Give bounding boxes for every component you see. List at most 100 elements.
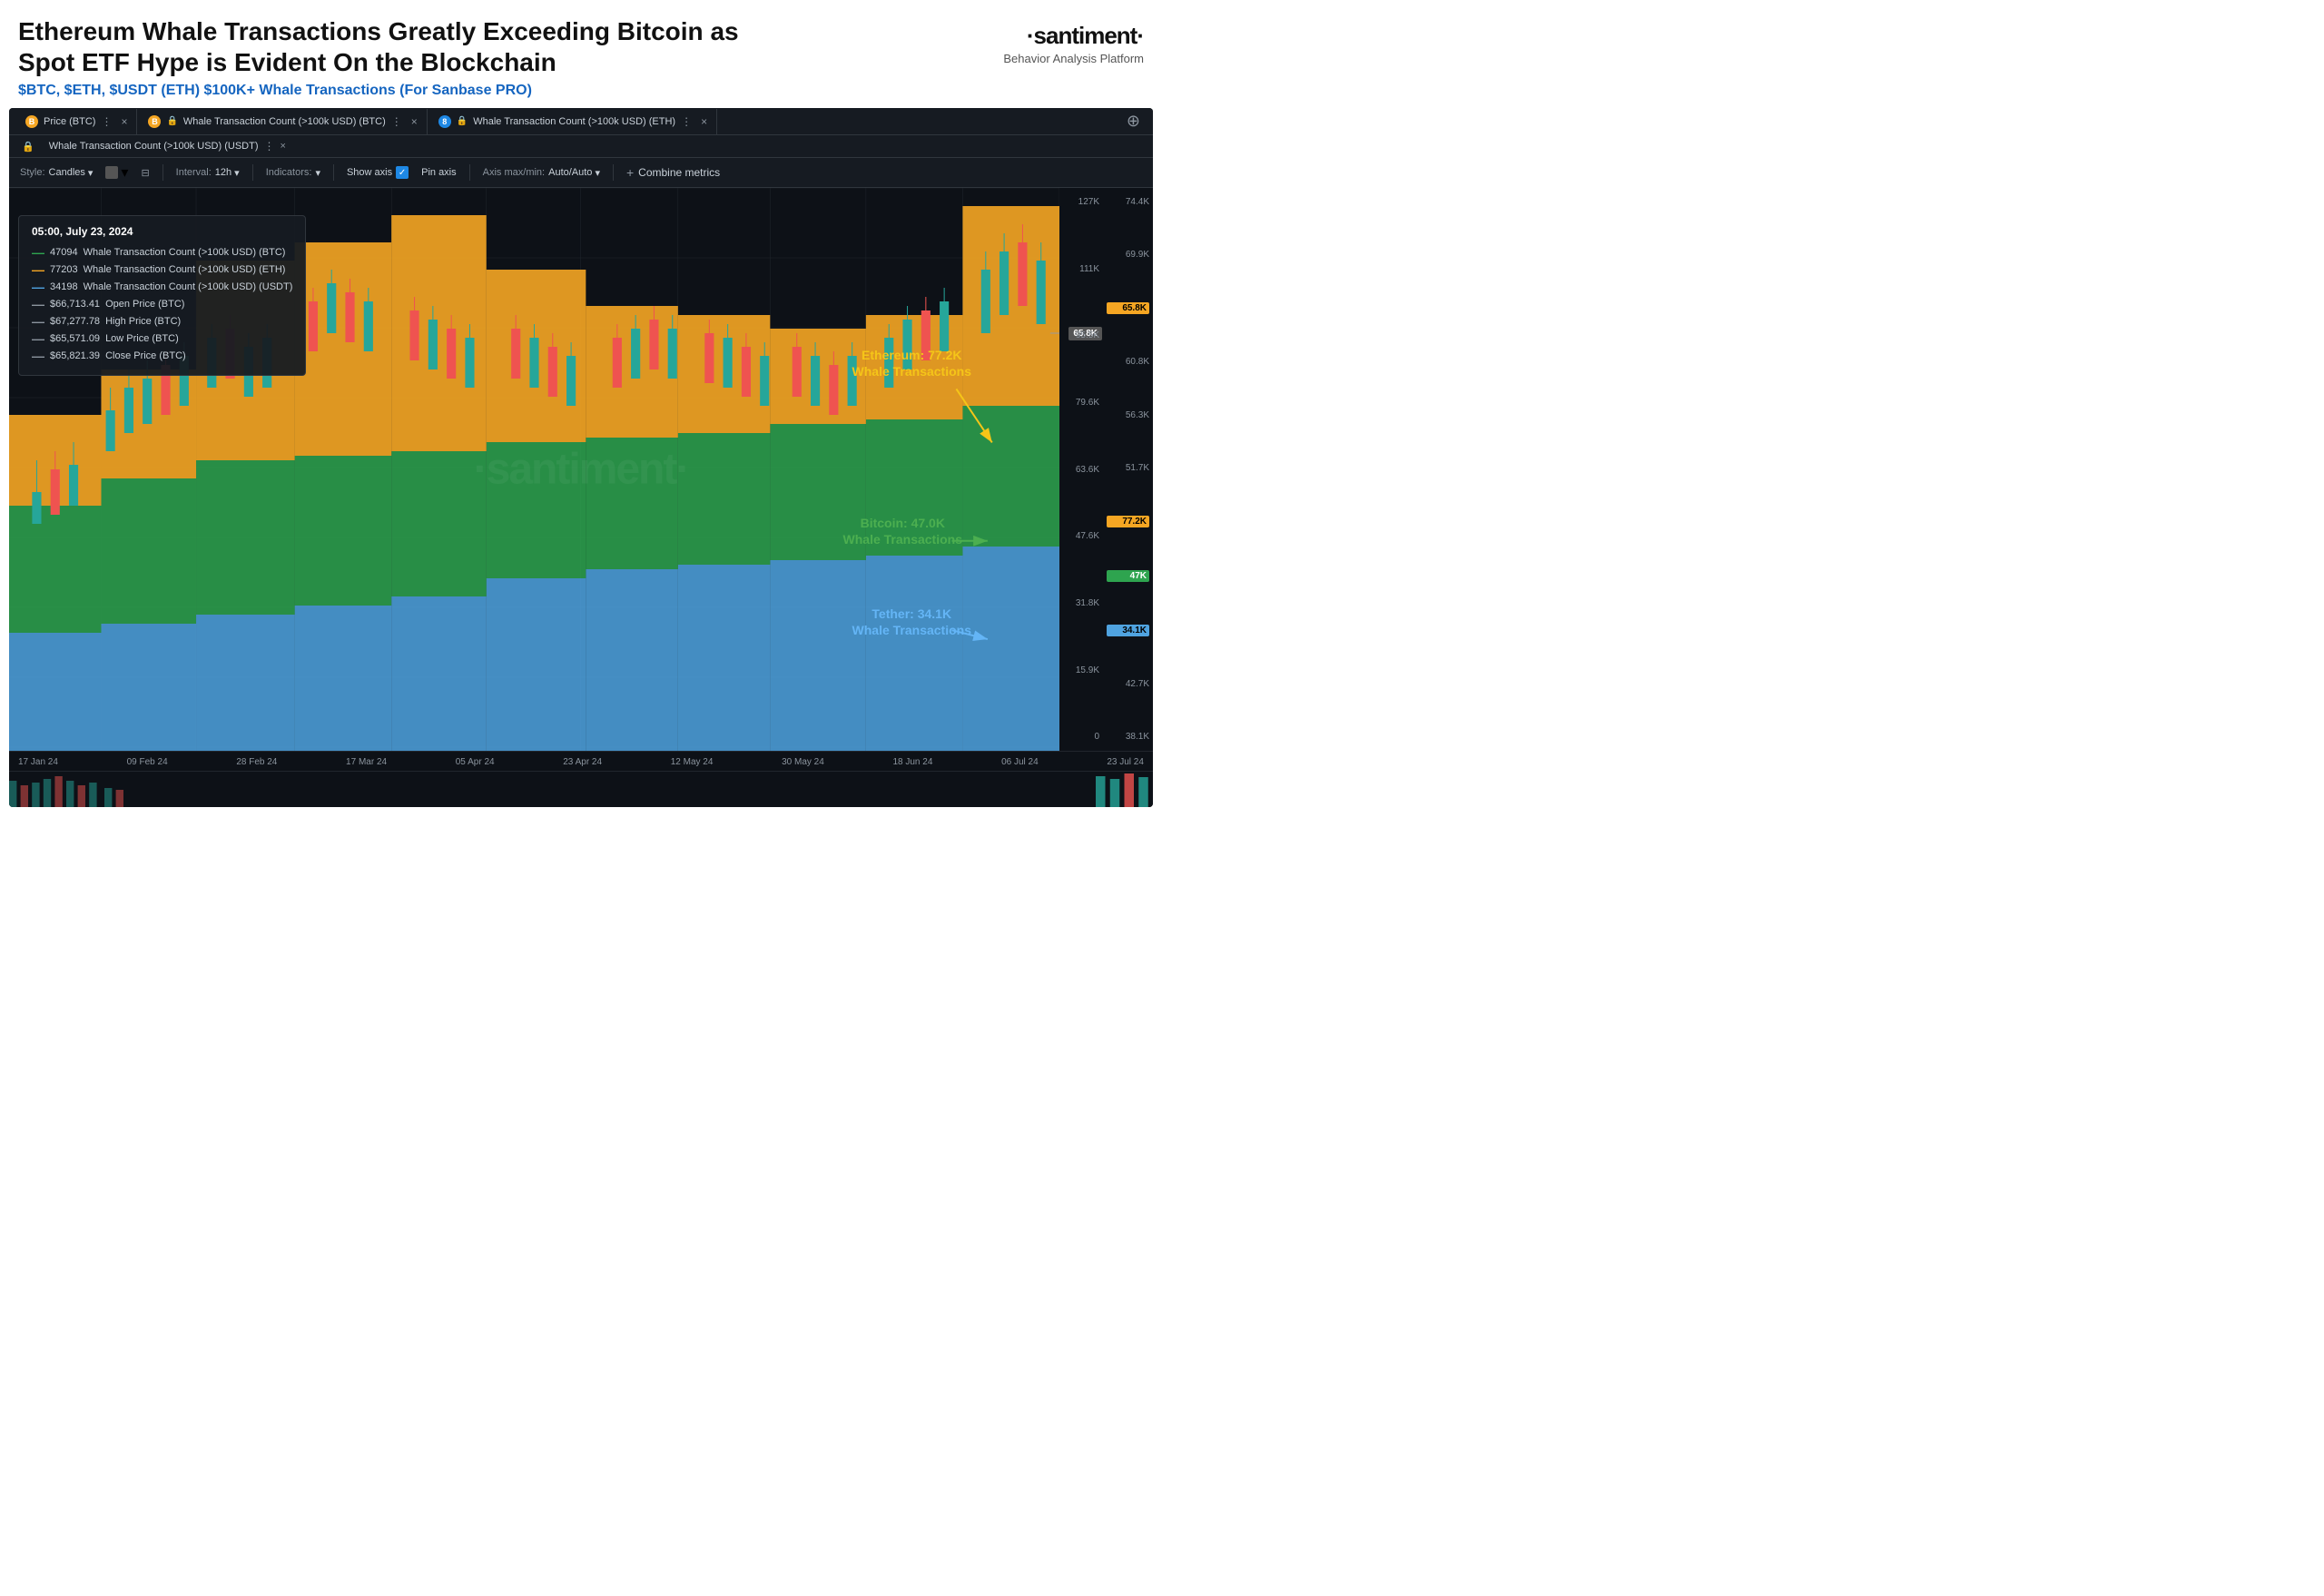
header-right: ·santiment· Behavior Analysis Platform: [1003, 16, 1144, 65]
x-label-jun: 18 Jun 24: [892, 757, 932, 767]
santiment-tagline: Behavior Analysis Platform: [1003, 52, 1144, 65]
tab-whale-eth[interactable]: 8 🔒 Whale Transaction Count (>100k USD) …: [429, 109, 717, 134]
x-label-feb28: 28 Feb 24: [236, 757, 277, 767]
toolbar-separator-1: [162, 164, 163, 181]
ethereum-annotation: Ethereum: 77.2K Whale Transactions: [852, 347, 971, 379]
candle-color-controls[interactable]: ▾: [105, 163, 128, 182]
interval-value[interactable]: 12h ▾: [215, 167, 240, 179]
tab-close-whale-usdt[interactable]: ×: [280, 141, 285, 152]
chevron-down-icon-2: ▾: [121, 163, 128, 182]
tab-sep-2: ⋮: [391, 115, 402, 128]
interval-selector[interactable]: Interval: 12h ▾: [176, 167, 240, 179]
header-subtitle: $BTC, $ETH, $USDT (ETH) $100K+ Whale Tra…: [18, 83, 763, 99]
candlestick-icon: ⊟: [141, 167, 149, 179]
lock-icon-whale-btc: 🔒: [166, 116, 177, 126]
header: Ethereum Whale Transactions Greatly Exce…: [0, 0, 1162, 108]
tether-annotation-line2: Whale Transactions: [852, 622, 971, 638]
tooltip-label-btc: Whale Transaction Count (>100k USD) (BTC…: [84, 247, 286, 258]
x-axis: 17 Jan 24 09 Feb 24 28 Feb 24 17 Mar 24 …: [9, 751, 1153, 771]
axis-label-772k: 77.2K: [1107, 516, 1149, 527]
axis-label-517k: 51.7K: [1107, 463, 1149, 473]
axis2-label-955k: 95.5K: [1063, 330, 1099, 340]
page-title: Ethereum Whale Transactions Greatly Exce…: [18, 16, 763, 77]
axis2-label-636k: 63.6K: [1063, 465, 1099, 475]
tab-close-whale-eth[interactable]: ×: [701, 115, 707, 128]
tab-close-whale-btc[interactable]: ×: [411, 115, 418, 128]
tooltip-value-btc: 47094: [50, 247, 78, 258]
ethereum-annotation-line1: Ethereum: 77.2K: [852, 347, 971, 363]
tooltip-value-usdt: 34198: [50, 281, 78, 292]
tooltip-label-usdt: Whale Transaction Count (>100k USD) (USD…: [84, 281, 293, 292]
plus-icon: +: [626, 165, 634, 180]
axis2-label-796k: 79.6K: [1063, 398, 1099, 408]
x-label-jul06: 06 Jul 24: [1001, 757, 1039, 767]
axis-label-427k: 42.7K: [1107, 679, 1149, 689]
tooltip-color-close: —: [32, 349, 44, 363]
add-icon: ⊕: [1127, 112, 1140, 130]
lock-icon-whale-eth: 🔒: [457, 116, 468, 126]
toolbar-separator-3: [333, 164, 334, 181]
chevron-down-icon: ▾: [88, 167, 94, 179]
tab-label-whale-usdt: Whale Transaction Count (>100k USD) (USD…: [49, 141, 259, 152]
chart-area: ·santiment·: [9, 188, 1153, 751]
show-axis-control[interactable]: Show axis ✓: [347, 166, 409, 179]
tab-sep-1: ⋮: [101, 115, 112, 128]
tab-whale-btc[interactable]: B 🔒 Whale Transaction Count (>100k USD) …: [139, 109, 427, 134]
tab-badge-whale-eth: 8: [438, 115, 451, 128]
show-axis-checkbox[interactable]: ✓: [396, 166, 409, 179]
toolbar-separator-5: [613, 164, 614, 181]
right-axis-whale: 74.4K 69.9K 65.8K 60.8K 56.3K 51.7K 77.2…: [1103, 188, 1153, 751]
indicators-selector[interactable]: Indicators: ▾: [266, 167, 320, 179]
axis-maxmin-selector[interactable]: Axis max/min: Auto/Auto ▾: [483, 167, 600, 179]
tooltip-row-low: — $65,571.09 Low Price (BTC): [32, 331, 292, 346]
tooltip-row-open: — $66,713.41 Open Price (BTC): [32, 297, 292, 311]
chevron-down-icon-3: ▾: [234, 167, 240, 179]
tooltip-label-eth: Whale Transaction Count (>100k USD) (ETH…: [84, 264, 286, 275]
chevron-down-icon-5: ▾: [595, 167, 600, 179]
tooltip-value-close: $65,821.39: [50, 350, 100, 361]
axis2-label-318k: 31.8K: [1063, 598, 1099, 608]
volume-svg: [9, 772, 1153, 807]
tooltip-label-high: High Price (BTC): [105, 316, 181, 327]
tooltip-color-btc: —: [32, 245, 44, 260]
pin-axis-control[interactable]: Pin axis: [421, 167, 457, 178]
santiment-logo: ·santiment·: [1027, 22, 1144, 50]
axis2-label-476k: 47.6K: [1063, 531, 1099, 541]
style-selector[interactable]: Style: Candles ▾: [20, 167, 93, 179]
tab-price-btc[interactable]: B Price (BTC) ⋮ ×: [16, 109, 137, 134]
indicators-label: Indicators:: [266, 167, 312, 178]
axis-label-744k: 74.4K: [1107, 197, 1149, 207]
x-label-may30: 30 May 24: [782, 757, 824, 767]
right-axis-price: 127K 111K 95.5K 79.6K 63.6K 47.6K 31.8K …: [1059, 188, 1103, 751]
tooltip-value-eth: 77203: [50, 264, 78, 275]
add-metric-button[interactable]: ⊕: [1121, 108, 1146, 134]
axis2-label-127k: 127K: [1063, 197, 1099, 207]
tooltip-date: 05:00, July 23, 2024: [32, 225, 292, 238]
style-value[interactable]: Candles ▾: [49, 167, 94, 179]
tooltip-row-high: — $67,277.78 High Price (BTC): [32, 314, 292, 329]
header-left: Ethereum Whale Transactions Greatly Exce…: [18, 16, 763, 99]
toolbar-separator-4: [469, 164, 470, 181]
tab-whale-usdt[interactable]: Whale Transaction Count (>100k USD) (USD…: [40, 135, 295, 157]
tooltip-row-btc-whale: — 47094 Whale Transaction Count (>100k U…: [32, 245, 292, 260]
x-label-mar: 17 Mar 24: [346, 757, 387, 767]
combine-metrics-button[interactable]: + Combine metrics: [626, 165, 720, 180]
tooltip-color-usdt: —: [32, 280, 44, 294]
tooltip-value-low: $65,571.09: [50, 333, 100, 344]
combine-metrics-label: Combine metrics: [638, 166, 720, 179]
lock-icon-left: 🔒: [16, 137, 40, 156]
interval-label: Interval:: [176, 167, 212, 178]
tether-annotation: Tether: 34.1K Whale Transactions: [852, 606, 971, 638]
pin-axis-label: Pin axis: [421, 167, 457, 178]
tooltip-value-open: $66,713.41: [50, 299, 100, 310]
x-label-feb09: 09 Feb 24: [127, 757, 168, 767]
chart-wrapper: B Price (BTC) ⋮ × B 🔒 Whale Transaction …: [9, 108, 1153, 807]
axis-label-608k: 60.8K: [1107, 357, 1149, 367]
axis-maxmin-value[interactable]: Auto/Auto ▾: [548, 167, 600, 179]
toolbar-separator-2: [252, 164, 253, 181]
axis-label-381k: 38.1K: [1107, 732, 1149, 742]
tab-label-whale-eth: Whale Transaction Count (>100k USD) (ETH…: [473, 116, 675, 127]
axis-label-563k: 56.3K: [1107, 410, 1149, 420]
axis-label-341k: 34.1K: [1107, 625, 1149, 636]
tab-close-price-btc[interactable]: ×: [121, 115, 127, 128]
